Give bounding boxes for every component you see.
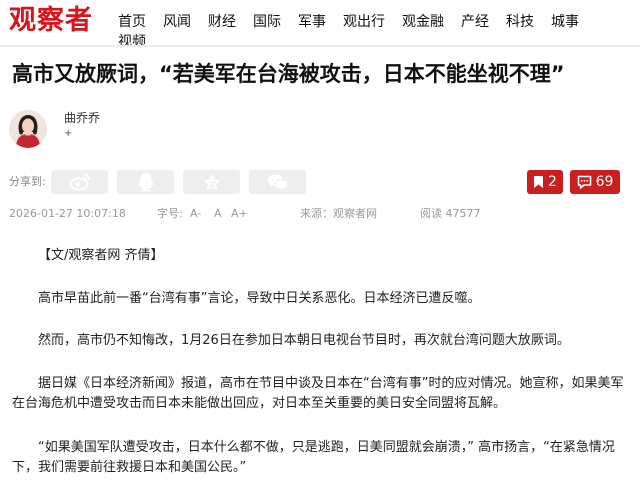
font-size-decrease-button[interactable]: A- bbox=[190, 207, 201, 221]
avatar[interactable] bbox=[9, 110, 47, 148]
comment-button[interactable]: 69 bbox=[570, 170, 620, 194]
avatar-portrait-icon bbox=[9, 110, 47, 148]
nav-item-tech[interactable]: 科技 bbox=[506, 12, 534, 32]
font-size-normal-button[interactable]: A bbox=[214, 207, 222, 221]
share-label: 分享到: bbox=[9, 175, 46, 188]
qq-icon bbox=[137, 173, 154, 192]
paragraph-text: 据日媒《日本经济新闻》报道，高市在节目中谈及日本在“台湾有事”时的应对情况。她宣… bbox=[12, 376, 624, 411]
article-paragraph: “如果美国军队遭受攻击，日本什么都不做，只是逃跑，日美同盟就会崩溃，” 高市扬言… bbox=[12, 438, 632, 478]
article-paragraph: 高市早苗此前一番“台湾有事”言论，导致中日关系恶化。日本经济已遭反噬。 bbox=[12, 289, 632, 309]
view-count: 阅读 47577 bbox=[420, 207, 481, 220]
nav-item-fin[interactable]: 观金融 bbox=[402, 12, 444, 32]
top-bar: 观察者 首页 风闻 财经 国际 军事 观出行 观金融 产经 科技 城事 视频 bbox=[0, 0, 640, 50]
article-title: 高市又放厥词，“若美军在台海被攻击，日本不能坐视不理” bbox=[12, 62, 565, 86]
follow-author-mark[interactable]: + bbox=[64, 128, 72, 140]
main-nav: 首页 风闻 财经 国际 军事 观出行 观金融 产经 科技 城事 视频 bbox=[118, 12, 640, 50]
nav-item-video[interactable]: 视频 bbox=[118, 32, 146, 52]
article-paragraph: 然而，高市仍不知悔改，1月26日在参加日本朝日电视台节目时，再次就台湾问题大放厥… bbox=[12, 331, 632, 351]
article-byline: 【文/观察者网 齐倩】 bbox=[38, 248, 164, 263]
bookmark-icon bbox=[534, 176, 544, 188]
header-divider bbox=[0, 45, 640, 47]
favorite-button[interactable]: 2 bbox=[527, 170, 563, 194]
wechat-icon bbox=[267, 174, 289, 191]
nav-item-travel[interactable]: 观出行 bbox=[343, 12, 385, 32]
font-size-increase-button[interactable]: A+ bbox=[231, 207, 248, 221]
nav-item-city[interactable]: 城事 bbox=[551, 12, 579, 32]
author-name[interactable]: 曲乔乔 bbox=[64, 110, 100, 126]
paragraph-text: “如果美国军队遭受攻击，日本什么都不做，只是逃跑，日美同盟就会崩溃，” 高市扬言… bbox=[12, 440, 615, 475]
comment-icon bbox=[577, 175, 591, 189]
comment-count: 69 bbox=[595, 174, 614, 190]
nav-item-international[interactable]: 国际 bbox=[253, 12, 281, 32]
site-logo[interactable]: 观察者 bbox=[9, 4, 93, 38]
share-qzone-button[interactable] bbox=[183, 170, 240, 194]
publish-datetime: 2026-01-27 10:07:18 bbox=[9, 207, 126, 220]
share-qq-button[interactable] bbox=[117, 170, 174, 194]
paragraph-text: 然而，高市仍不知悔改，1月26日在参加日本朝日电视台节目时，再次就台湾问题大放厥… bbox=[38, 333, 570, 348]
nav-item-fengwen[interactable]: 风闻 bbox=[163, 12, 191, 32]
font-size-label: 字号: bbox=[157, 207, 183, 220]
share-wechat-button[interactable] bbox=[249, 170, 306, 194]
favorite-count: 2 bbox=[548, 174, 557, 190]
article-source: 来源：观察者网 bbox=[300, 207, 377, 220]
nav-item-home[interactable]: 首页 bbox=[118, 12, 146, 32]
weibo-icon bbox=[69, 174, 90, 191]
nav-item-industry[interactable]: 产经 bbox=[461, 12, 489, 32]
paragraph-text: 高市早苗此前一番“台湾有事”言论，导致中日关系恶化。日本经济已遭反噬。 bbox=[38, 291, 481, 306]
nav-item-military[interactable]: 军事 bbox=[298, 12, 326, 32]
qzone-icon bbox=[202, 173, 221, 191]
article-paragraph: 【文/观察者网 齐倩】 bbox=[12, 246, 632, 266]
article-paragraph: 据日媒《日本经济新闻》报道，高市在节目中谈及日本在“台湾有事”时的应对情况。她宣… bbox=[12, 374, 632, 414]
nav-item-finance[interactable]: 财经 bbox=[208, 12, 236, 32]
share-weibo-button[interactable] bbox=[51, 170, 108, 194]
